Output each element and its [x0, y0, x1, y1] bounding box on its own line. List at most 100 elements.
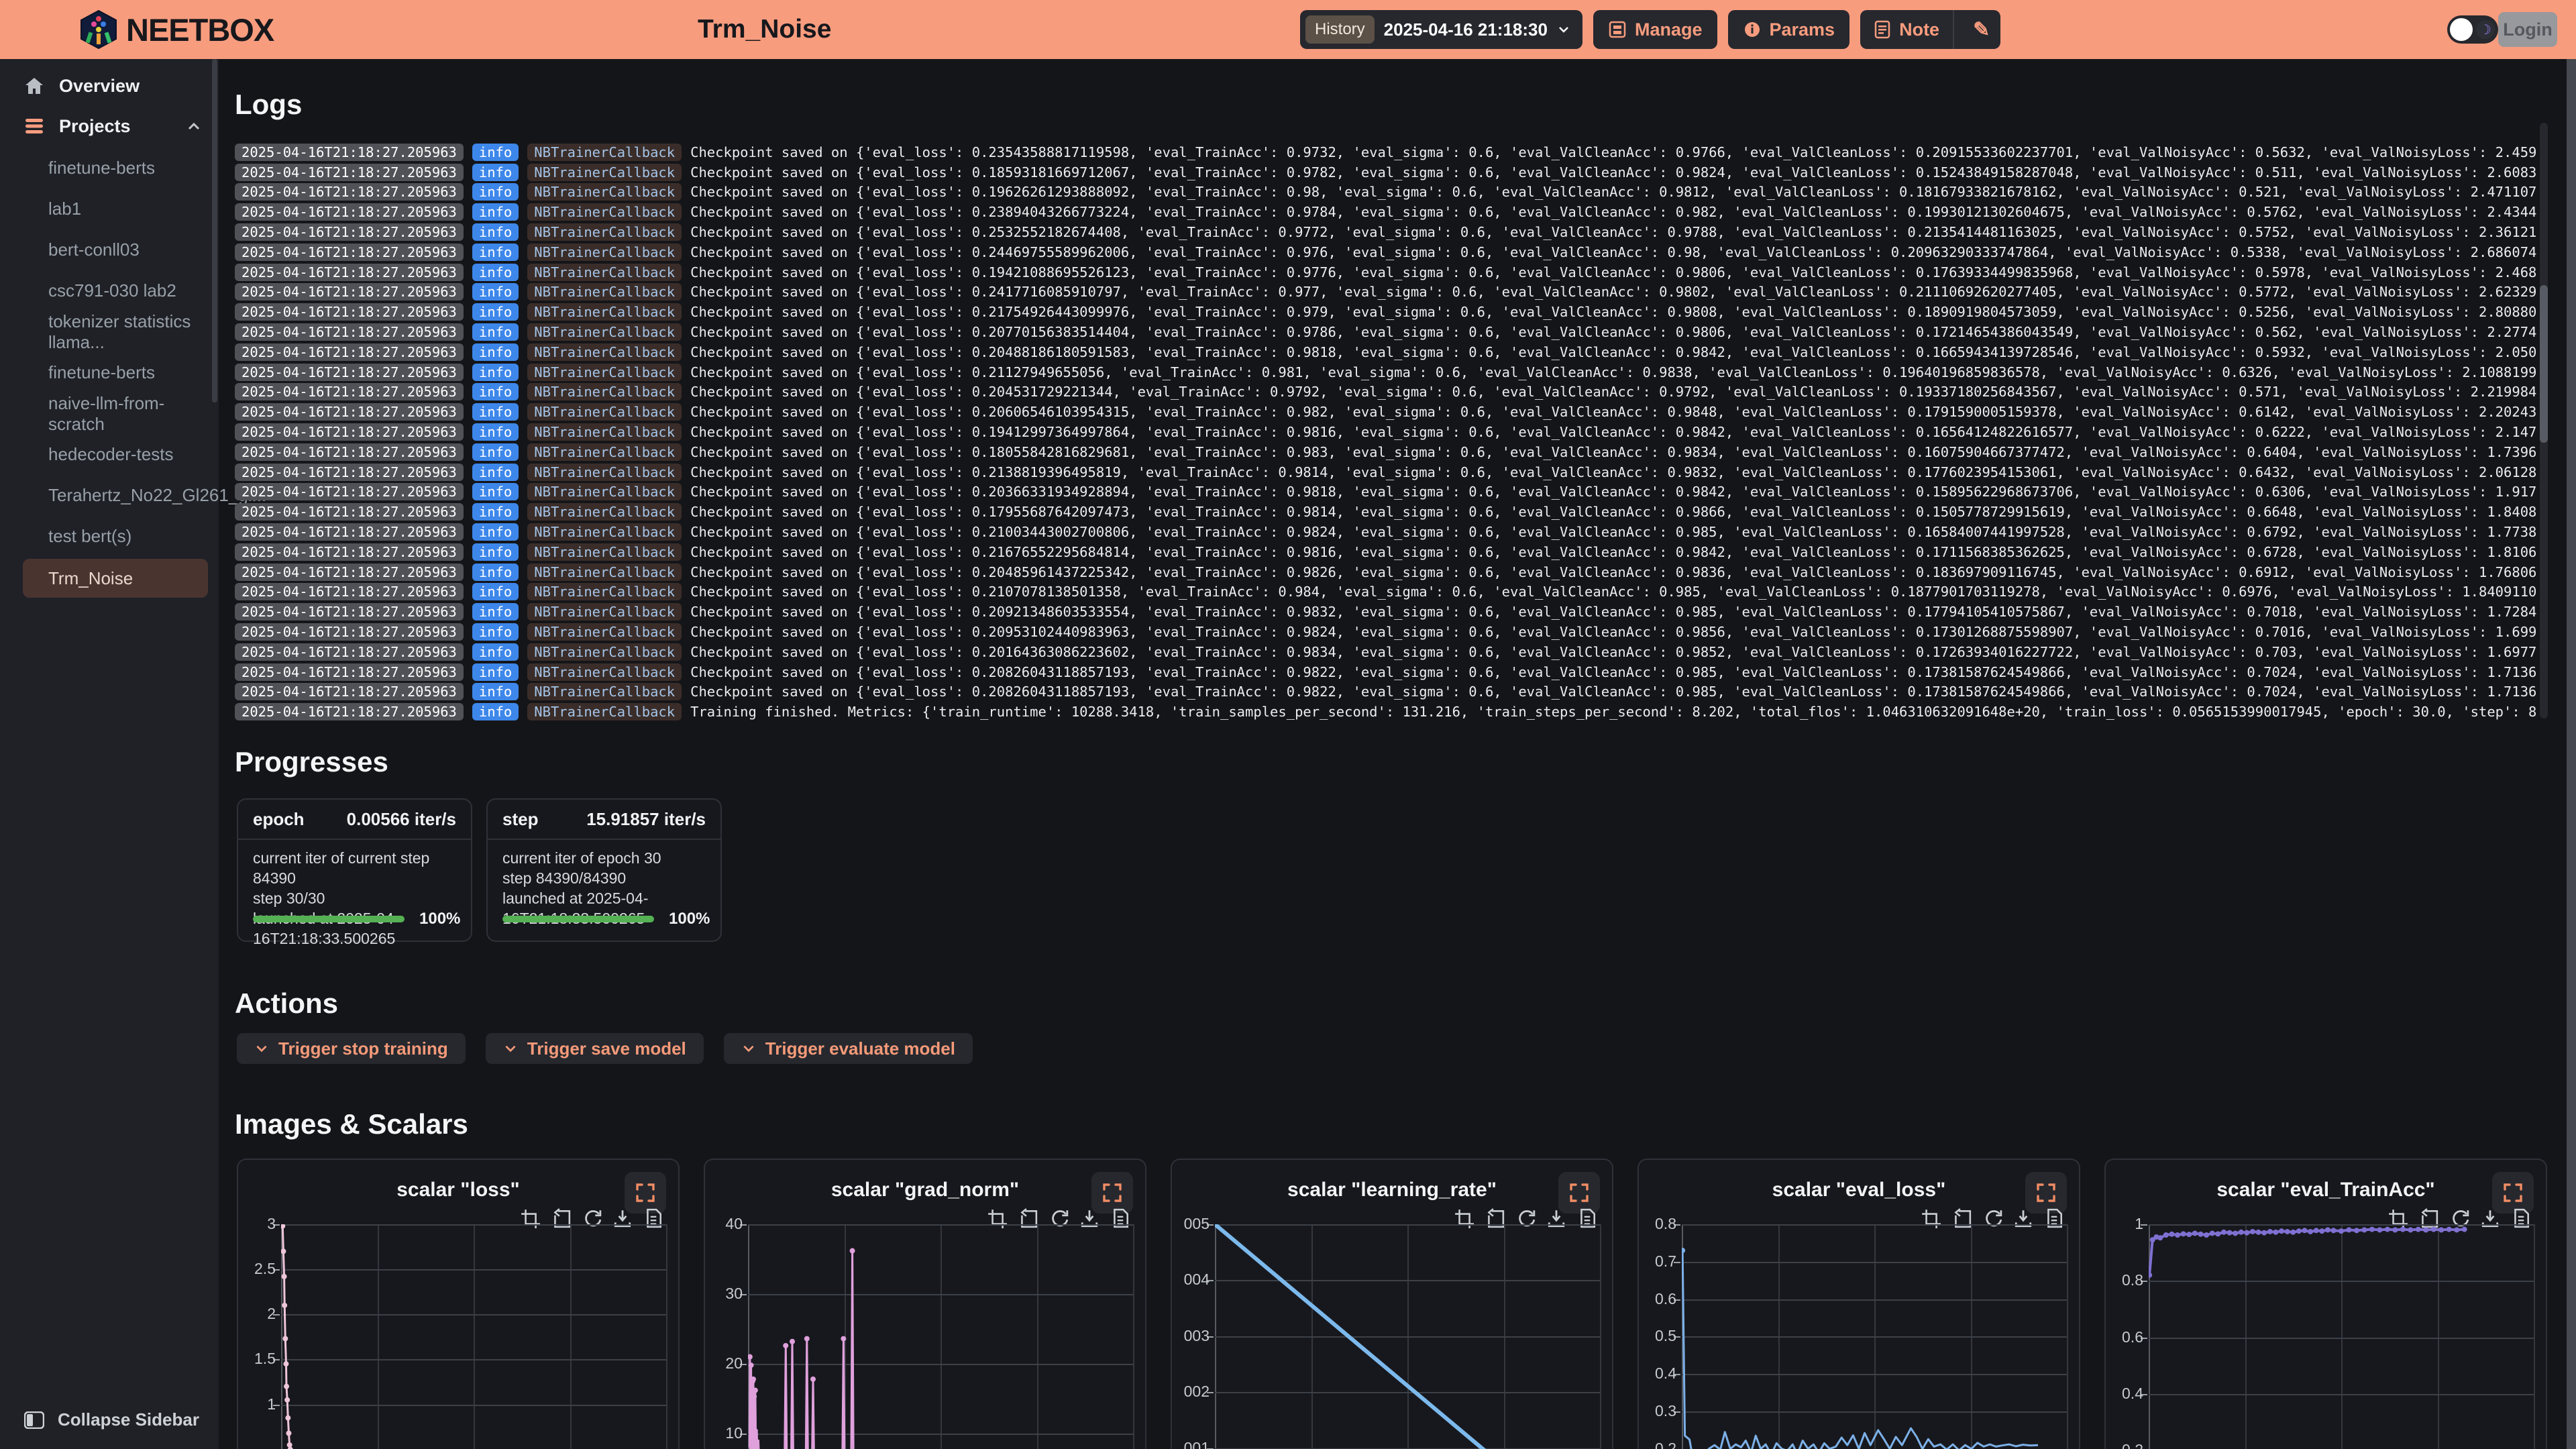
fullscreen-button[interactable] [2025, 1172, 2067, 1214]
chart-plot-area[interactable]: 10.80.60.40.2 [2149, 1224, 2534, 1449]
log-row: 2025-04-16T21:18:27.205963infoNBTrainerC… [235, 142, 2537, 162]
log-message: Checkpoint saved on {'eval_loss': 0.2048… [690, 564, 2537, 580]
log-row: 2025-04-16T21:18:27.205963infoNBTrainerC… [235, 342, 2537, 362]
log-message: Checkpoint saved on {'eval_loss': 0.2092… [690, 604, 2537, 620]
chart-title: scalar "loss" [238, 1179, 678, 1201]
log-level-badge: info [472, 203, 519, 221]
history-dropdown[interactable]: History 2025-04-16 21:18:30 [1300, 10, 1582, 49]
action-label: Trigger save model [527, 1038, 686, 1059]
log-timestamp-badge: 2025-04-16T21:18:27.205963 [235, 203, 464, 221]
sidebar-section-projects[interactable]: Projects [0, 107, 219, 145]
log-level-badge: info [472, 503, 519, 521]
neetbox-dashboard: NEETBOX Trm_Noise History 2025-04-16 21:… [0, 0, 2576, 1449]
edit-note-button[interactable]: ✎ [1962, 10, 2000, 49]
log-tag-badge: NBTrainerCallback [527, 244, 682, 261]
action-label: Trigger stop training [278, 1038, 448, 1059]
log-level-badge: info [472, 323, 519, 341]
log-message: Checkpoint saved on {'eval_loss': 0.2446… [690, 244, 2537, 260]
manage-label: Manage [1635, 19, 1703, 40]
sidebar-project-item[interactable]: finetune-berts [0, 352, 219, 393]
log-level-badge: info [472, 223, 519, 241]
sidebar-project-item[interactable]: tokenizer statistics llama... [0, 311, 219, 352]
log-message: Checkpoint saved on {'eval_loss': 0.2077… [690, 324, 2537, 340]
trigger-save-model-button[interactable]: Trigger save model [486, 1033, 704, 1064]
log-level-badge: info [472, 683, 519, 700]
note-icon [1874, 20, 1891, 39]
fullscreen-icon [2503, 1183, 2523, 1203]
log-row: 2025-04-16T21:18:27.205963infoNBTrainerC… [235, 282, 2537, 303]
log-tag-badge: NBTrainerCallback [527, 383, 682, 400]
chart-title: scalar "eval_loss" [1639, 1179, 2079, 1201]
log-message: Checkpoint saved on {'eval_loss': 0.2095… [690, 624, 2537, 640]
log-message: Checkpoint saved on {'eval_loss': 0.2138… [690, 464, 2537, 480]
trigger-stop-training-button[interactable]: Trigger stop training [237, 1033, 466, 1064]
images-scalars-heading: Images & Scalars [235, 1108, 468, 1140]
log-tag-badge: NBTrainerCallback [527, 483, 682, 500]
fullscreen-button[interactable] [625, 1172, 666, 1214]
login-button[interactable]: Login [2498, 12, 2557, 47]
sidebar-project-item[interactable]: lab1 [0, 189, 219, 229]
chart-plot-area[interactable]: 40302010 [748, 1224, 1133, 1449]
scalar-chart-card: scalar "grad_norm"40302010 [704, 1159, 1146, 1449]
log-message: Checkpoint saved on {'eval_loss': 0.1942… [690, 264, 2537, 280]
collapse-sidebar-button[interactable]: Collapse Sidebar [24, 1409, 199, 1430]
sidebar-project-item[interactable]: hedecoder-tests [0, 434, 219, 475]
log-message: Checkpoint saved on {'eval_loss': 0.2389… [690, 204, 2537, 220]
y-axis-tick-label: 30 [702, 1285, 743, 1303]
log-timestamp-badge: 2025-04-16T21:18:27.205963 [235, 623, 464, 641]
log-message: Checkpoint saved on {'eval_loss': 0.2354… [690, 144, 2537, 160]
progress-details: current iter of current step 84390 step … [238, 840, 471, 949]
y-axis-tick-label: 3 [235, 1215, 276, 1233]
theme-toggle[interactable]: ☽ [2447, 15, 2498, 44]
fullscreen-icon [1102, 1183, 1122, 1203]
log-tag-badge: NBTrainerCallback [527, 543, 682, 561]
sidebar-project-item[interactable]: naive-llm-from-scratch [0, 393, 219, 434]
chart-plot-area[interactable]: 005004003002001 [1215, 1224, 1600, 1449]
chevron-down-icon [254, 1041, 269, 1056]
actions-row: Trigger stop training Trigger save model… [237, 1033, 973, 1064]
params-button[interactable]: Params [1728, 10, 1850, 49]
log-tag-badge: NBTrainerCallback [527, 603, 682, 621]
fullscreen-button[interactable] [1558, 1172, 1600, 1214]
log-row: 2025-04-16T21:18:27.205963infoNBTrainerC… [235, 162, 2537, 182]
scalar-chart-card: scalar "eval_TrainAcc"10.80.60.40.2 [2104, 1159, 2547, 1449]
log-timestamp-badge: 2025-04-16T21:18:27.205963 [235, 423, 464, 441]
log-row: 2025-04-16T21:18:27.205963infoNBTrainerC… [235, 662, 2537, 682]
log-row: 2025-04-16T21:18:27.205963infoNBTrainerC… [235, 402, 2537, 422]
sidebar-project-item[interactable]: test bert(s) [0, 516, 219, 557]
fullscreen-button[interactable] [2492, 1172, 2534, 1214]
sidebar-project-item[interactable]: finetune-berts [0, 148, 219, 189]
fullscreen-icon [635, 1183, 655, 1203]
scalar-chart-card: scalar "loss" 32.521.51 [237, 1159, 680, 1449]
gridline [1600, 1224, 1601, 1449]
page-scrollbar[interactable] [2567, 59, 2576, 1449]
y-axis-tick-label: 0.2 [1636, 1440, 1676, 1449]
chevron-down-icon [1557, 23, 1570, 36]
note-label: Note [1899, 19, 1939, 40]
sidebar-project-item[interactable]: csc791-030 lab2 [0, 270, 219, 311]
sidebar-project-item[interactable]: Terahertz_No22_Gl261_gl... [0, 475, 219, 516]
sidebar-project-item[interactable]: bert-conll03 [0, 229, 219, 270]
sidebar-scrollbar[interactable] [212, 59, 217, 402]
sidebar-project-item[interactable]: Trm_Noise [23, 559, 208, 598]
log-console[interactable]: 2025-04-16T21:18:27.205963 info NBTrainerC… [235, 142, 2537, 723]
log-scrollbar-thumb[interactable] [2540, 285, 2548, 443]
chevron-up-icon[interactable] [186, 119, 201, 134]
note-button[interactable]: Note [1860, 10, 1954, 49]
chart-plot-area[interactable]: 0.80.70.60.50.40.30.2 [1682, 1224, 2067, 1449]
manage-button[interactable]: Manage [1593, 10, 1717, 49]
sidebar-item-overview[interactable]: Overview [0, 67, 219, 105]
y-axis-tick-label: 0.5 [1636, 1327, 1676, 1345]
trigger-evaluate-model-button[interactable]: Trigger evaluate model [724, 1033, 973, 1064]
log-level-badge: info [472, 244, 519, 261]
progress-name: step [502, 809, 538, 830]
log-timestamp-badge: 2025-04-16T21:18:27.205963 [235, 564, 464, 581]
log-row: 2025-04-16T21:18:27.205963infoNBTrainerC… [235, 542, 2537, 562]
log-level-badge: info [472, 343, 519, 361]
y-axis-tick-label: 0.8 [2103, 1271, 2143, 1289]
chart-plot-area[interactable]: 32.521.51 [281, 1224, 666, 1449]
fullscreen-button[interactable] [1091, 1172, 1133, 1214]
log-tag-badge: NBTrainerCallback [527, 663, 682, 681]
progress-line: step 84390/84390 [502, 868, 706, 888]
chevron-down-icon [503, 1041, 518, 1056]
